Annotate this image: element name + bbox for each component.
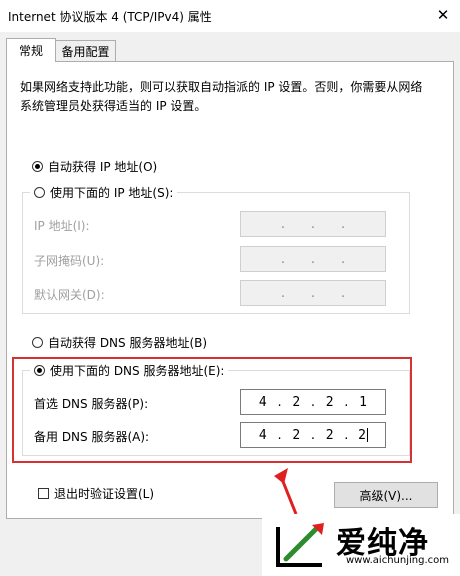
radio-auto-dns-label: 自动获得 DNS 服务器地址(B) <box>48 336 208 350</box>
default-gateway-label: 默认网关(D): <box>34 288 105 302</box>
watermark-logo-icon <box>276 523 324 567</box>
close-icon: ✕ <box>436 6 450 24</box>
validate-on-exit-checkbox[interactable]: 退出时验证设置(L) <box>38 485 154 502</box>
description-text: 如果网络支持此功能，则可以获取自动指派的 IP 设置。否则，你需要从网络系统管理… <box>20 80 423 113</box>
radio-manual-ip-label: 使用下面的 IP 地址(S): <box>50 186 174 200</box>
radio-manual-ip-indicator <box>34 187 45 198</box>
subnet-mask-field[interactable]: . . . <box>240 246 386 272</box>
radio-auto-ip-label: 自动获得 IP 地址(O) <box>48 160 158 174</box>
window-title: Internet 协议版本 4 (TCP/IPv4) 属性 <box>8 10 212 24</box>
octet-dot: . <box>310 251 316 267</box>
radio-auto-ip[interactable]: 自动获得 IP 地址(O) <box>32 158 157 175</box>
advanced-button-label: 高级(V)... <box>359 488 413 503</box>
close-button[interactable]: ✕ <box>426 0 460 30</box>
octet-dot: . <box>280 251 286 267</box>
watermark-url: www.aichunjing.com <box>346 555 449 566</box>
ip-address-field[interactable]: . . . <box>240 211 386 237</box>
octet-dot: . <box>280 285 286 301</box>
tab-general[interactable]: 常规 <box>6 38 56 62</box>
tab-general-label: 常规 <box>18 44 43 58</box>
radio-auto-dns[interactable]: 自动获得 DNS 服务器地址(B) <box>32 334 207 351</box>
tab-alternate-configuration[interactable]: 备用配置 <box>56 40 116 62</box>
octet-dot: . <box>310 285 316 301</box>
octet-dot: . <box>310 216 316 232</box>
octet-dot: . <box>280 216 286 232</box>
octet-dot: . <box>340 251 346 267</box>
advanced-button[interactable]: 高级(V)... <box>334 482 438 508</box>
validate-on-exit-label: 退出时验证设置(L) <box>54 487 155 501</box>
ip-address-label: IP 地址(I): <box>34 219 90 233</box>
tab-alternate-label: 备用配置 <box>61 44 110 59</box>
radio-auto-ip-indicator <box>32 161 43 172</box>
radio-manual-ip[interactable]: 使用下面的 IP 地址(S): <box>30 184 178 201</box>
octet-dot: . <box>340 216 346 232</box>
subnet-mask-label: 子网掩码(U): <box>34 254 105 268</box>
highlight-box <box>12 357 412 463</box>
default-gateway-field[interactable]: . . . <box>240 280 386 306</box>
radio-auto-dns-indicator <box>32 337 43 348</box>
octet-dot: . <box>340 285 346 301</box>
checkbox-indicator <box>38 488 49 499</box>
